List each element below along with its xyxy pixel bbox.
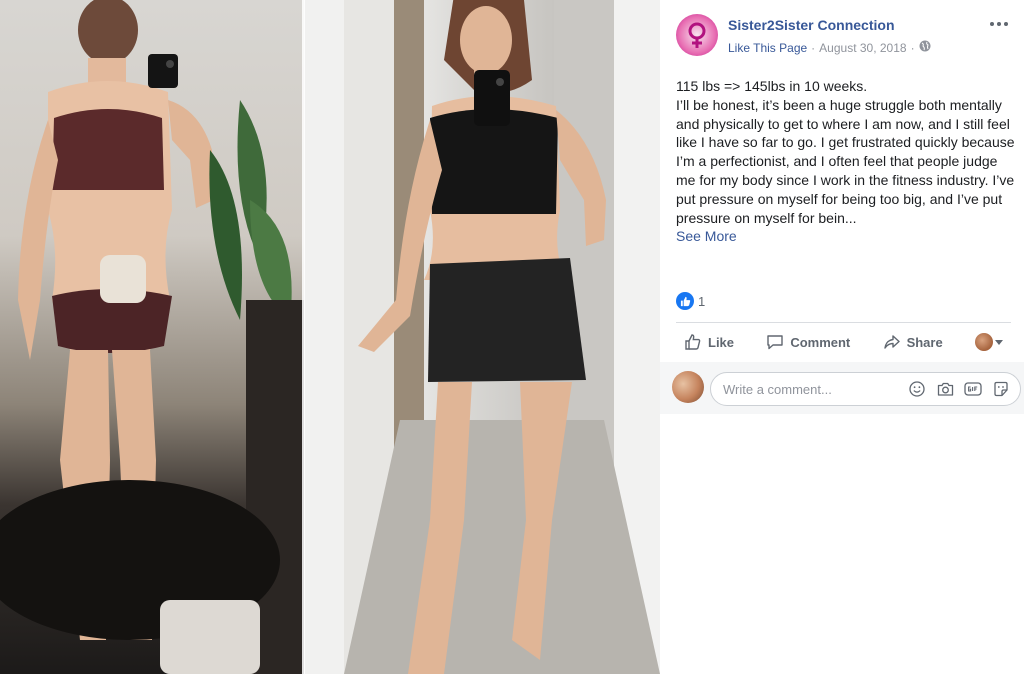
gif-icon[interactable] — [964, 380, 982, 398]
divider-top — [676, 322, 1011, 323]
comment-bubble-icon — [767, 335, 784, 350]
meta-separator: · — [811, 40, 816, 55]
user-avatar-small — [975, 333, 993, 351]
commenter-avatar[interactable] — [672, 371, 704, 403]
comment-button[interactable]: Comment — [758, 329, 858, 355]
post-text-line1: 115 lbs => 145lbs in 10 weeks. — [676, 78, 868, 94]
more-options-icon[interactable] — [990, 16, 1012, 32]
photo-after — [304, 0, 660, 674]
comment-tools — [908, 380, 1010, 398]
post-actions: Like Comment Share — [676, 324, 1011, 360]
post-date[interactable]: August 30, 2018 — [819, 41, 906, 55]
camera-icon[interactable] — [936, 380, 954, 398]
share-label: Share — [906, 334, 943, 350]
photo-before-figure — [0, 0, 304, 674]
photo-after-figure — [304, 0, 660, 674]
like-button[interactable]: Like — [676, 329, 742, 355]
post-text: 115 lbs => 145lbs in 10 weeks. I’ll be h… — [676, 77, 1016, 246]
photo-seam — [302, 0, 305, 674]
see-more-link[interactable]: See More — [676, 227, 1016, 246]
venus-symbol-icon — [688, 22, 706, 48]
like-page-link[interactable]: Like This Page — [728, 41, 807, 55]
page-name-link[interactable]: Sister2Sister Connection — [728, 17, 895, 33]
page-avatar[interactable] — [676, 14, 718, 56]
comment-input[interactable]: Write a comment... — [710, 372, 1021, 406]
like-label: Like — [708, 334, 735, 350]
reaction-count: 1 — [698, 293, 706, 309]
comment-placeholder: Write a comment... — [723, 382, 832, 397]
sticker-icon[interactable] — [992, 380, 1010, 398]
share-button[interactable]: Share — [875, 329, 951, 355]
emoji-icon[interactable] — [908, 380, 926, 398]
comment-area: Write a comment... — [660, 362, 1024, 414]
chevron-down-icon — [995, 339, 1003, 345]
post-photo[interactable] — [0, 0, 660, 674]
post-panel: Sister2Sister Connection Like This Page … — [660, 0, 1024, 674]
post-as-selector[interactable] — [967, 329, 1011, 355]
globe-icon[interactable] — [919, 40, 931, 55]
photo-before — [0, 0, 304, 674]
post-text-body: I’ll be honest, it’s been a huge struggl… — [676, 96, 1015, 226]
reactions-summary[interactable]: 1 — [676, 292, 705, 310]
like-reaction-icon — [676, 292, 694, 310]
comment-label: Comment — [790, 334, 851, 350]
thumbs-up-icon — [685, 334, 701, 350]
post-meta: Like This Page · August 30, 2018 · — [728, 40, 931, 55]
share-arrow-icon — [883, 335, 900, 349]
meta-separator-2: · — [910, 40, 915, 55]
